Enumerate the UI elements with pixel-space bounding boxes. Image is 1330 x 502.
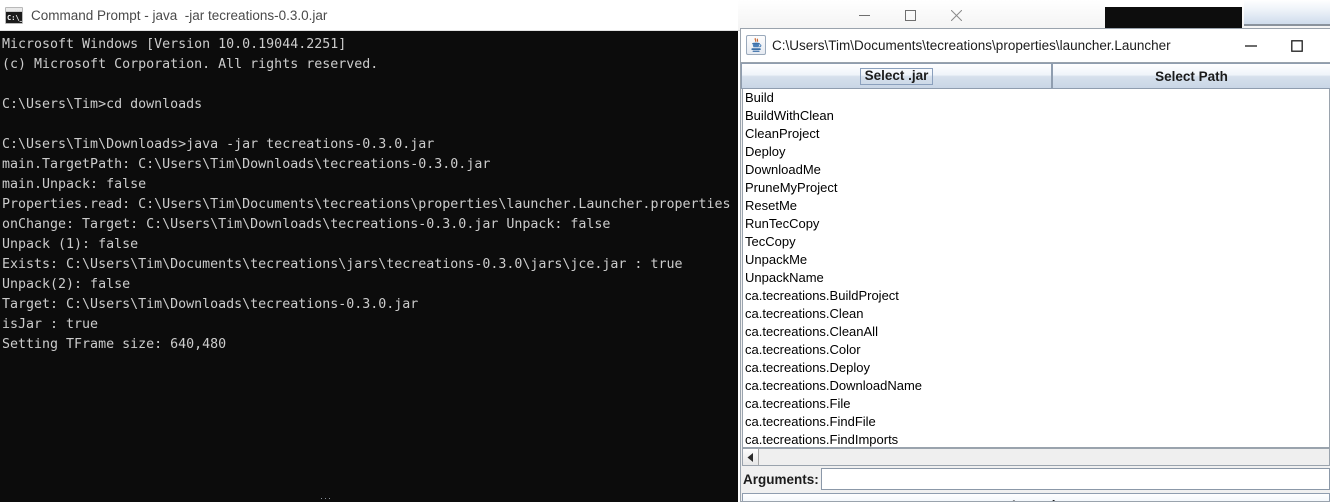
command-prompt-title: Command Prompt - java -jar tecreations-0… [31, 8, 328, 23]
console-line: Setting TFrame size: 640,480 [2, 337, 227, 352]
console-line: isJar : true [2, 317, 99, 332]
resize-grip[interactable]: ··· [320, 494, 342, 502]
command-prompt-titlebar[interactable]: ··· C:\_ Command Prompt - java -jar tecr… [0, 0, 962, 31]
list-item[interactable]: Build [743, 89, 1329, 107]
list-item[interactable]: TecCopy [743, 233, 1329, 251]
arguments-input[interactable] [820, 468, 1330, 490]
list-item[interactable]: ca.tecreations.DownloadName [743, 377, 1329, 395]
list-item[interactable]: DownloadMe [743, 161, 1329, 179]
list-item[interactable]: ca.tecreations.Color [743, 341, 1329, 359]
class-list-items: Build BuildWithClean CleanProject Deploy Dow… [743, 89, 1329, 447]
list-item[interactable]: UnpackMe [743, 251, 1329, 269]
minimize-icon[interactable] [841, 0, 887, 30]
launcher-window: C:\Users\Tim\Documents\tecreations\prope… [740, 28, 1330, 502]
maximize-icon[interactable] [887, 0, 933, 30]
console-output[interactable]: Microsoft Windows [Version 10.0.19044.22… [0, 31, 738, 502]
command-prompt-window: ··· C:\_ Command Prompt - java -jar tecr… [0, 0, 962, 502]
select-path-button[interactable]: Select Path [1052, 63, 1330, 89]
list-item[interactable]: BuildWithClean [743, 107, 1329, 125]
select-path-button-label: Select Path [1155, 68, 1228, 84]
arguments-row: Arguments: [742, 467, 1330, 491]
class-list[interactable]: Build BuildWithClean CleanProject Deploy Dow… [742, 89, 1330, 448]
select-jar-button-label: Select .jar [859, 67, 934, 85]
launcher-content: Select .jar Select Path Build BuildWithCl… [741, 62, 1330, 502]
console-line: Target: C:\Users\Tim\Downloads\tecreatio… [2, 297, 419, 312]
icon-prompt-text: C:\_ [6, 12, 23, 23]
list-item[interactable]: UnpackName [743, 269, 1329, 287]
minimize-icon[interactable] [1228, 30, 1274, 61]
background-window-gap [1105, 0, 1242, 7]
list-item[interactable]: PruneMyProject [743, 179, 1329, 197]
launcher-title: C:\Users\Tim\Documents\tecreations\prope… [772, 38, 1171, 53]
list-item[interactable]: ca.tecreations.FindImports [743, 431, 1329, 447]
list-item[interactable]: ca.tecreations.Deploy [743, 359, 1329, 377]
launch-button-label: Launch [1012, 498, 1060, 502]
list-item[interactable]: ca.tecreations.Clean [743, 305, 1329, 323]
close-icon[interactable] [933, 0, 979, 30]
console-line: Properties.read: C:\Users\Tim\Documents\… [2, 197, 731, 212]
scroll-left-arrow-icon[interactable] [743, 449, 759, 465]
list-item[interactable]: RunTecCopy [743, 215, 1329, 233]
java-coffee-cup-icon [746, 35, 766, 55]
launcher-toolbar: Select .jar Select Path [741, 63, 1330, 89]
console-line: C:\Users\Tim\Downloads>java -jar tecreat… [2, 137, 435, 152]
list-item[interactable]: ca.tecreations.BuildProject [743, 287, 1329, 305]
arguments-label: Arguments: [743, 471, 819, 487]
console-line: Exists: C:\Users\Tim\Documents\tecreatio… [2, 257, 683, 272]
console-line: Unpack (1): false [2, 237, 139, 252]
launch-button[interactable]: Launch [742, 493, 1330, 502]
console-line: main.TargetPath: C:\Users\Tim\Downloads\… [2, 157, 491, 172]
horizontal-scrollbar[interactable] [742, 448, 1330, 466]
console-line: main.Unpack: false [2, 177, 147, 192]
console-line: onChange: Target: C:\Users\Tim\Downloads… [2, 217, 611, 232]
command-prompt-icon: ··· C:\_ [5, 7, 23, 24]
screen: ··· C:\_ Command Prompt - java -jar tecr… [0, 0, 1330, 502]
console-line: Microsoft Windows [Version 10.0.19044.22… [2, 37, 347, 52]
list-item[interactable]: Deploy [743, 143, 1329, 161]
console-line: C:\Users\Tim>cd downloads [2, 97, 203, 112]
list-item[interactable]: CleanProject [743, 125, 1329, 143]
scrollbar-track[interactable] [759, 449, 1329, 465]
list-item[interactable]: ResetMe [743, 197, 1329, 215]
list-item[interactable]: ca.tecreations.CleanAll [743, 323, 1329, 341]
maximize-icon[interactable] [1274, 30, 1320, 61]
list-item[interactable]: ca.tecreations.FindFile [743, 413, 1329, 431]
list-item[interactable]: ca.tecreations.File [743, 395, 1329, 413]
select-jar-button[interactable]: Select .jar [741, 63, 1052, 89]
launcher-titlebar[interactable]: C:\Users\Tim\Documents\tecreations\prope… [741, 29, 1330, 62]
background-app-panel [1244, 0, 1330, 26]
console-line: Unpack(2): false [2, 277, 131, 292]
console-line: (c) Microsoft Corporation. All rights re… [2, 57, 379, 72]
